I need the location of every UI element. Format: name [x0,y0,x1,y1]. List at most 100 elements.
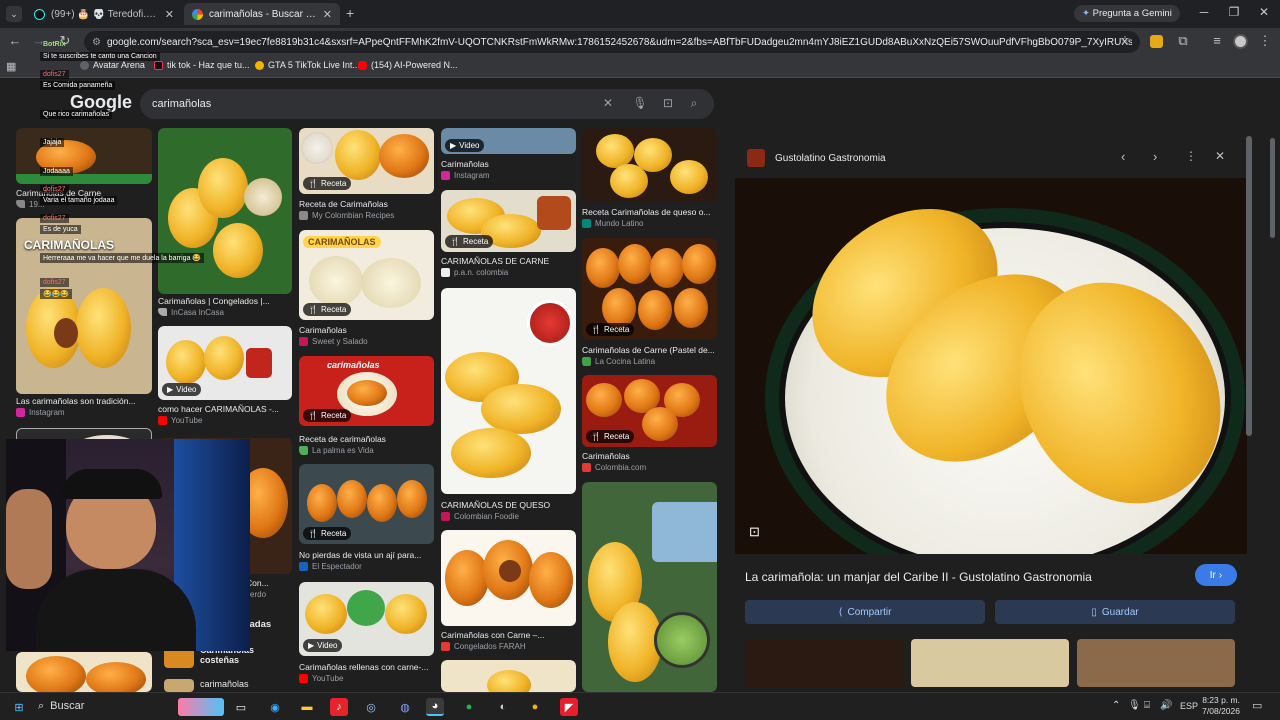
widgets-icon[interactable] [178,698,224,716]
result-card[interactable]: carimañolas 🍴 Receta Receta de carimañola… [299,356,434,456]
close-window-icon[interactable]: ✕ [1254,5,1274,19]
result-card[interactable]: ▶ Video Carimañolas rellenas con carne-..… [299,582,434,686]
show-hidden-icons[interactable]: ⌃ [1112,700,1120,711]
result-card[interactable]: 🍴 Receta CARIMAÑOLAS DE CARNE p.a.n. colo… [441,190,576,282]
previous-icon[interactable]: ‹ [1121,149,1125,164]
windows-start-icon[interactable]: ⊞ [10,698,28,716]
result-card[interactable]: 🍴 Receta Receta de Carimañolas My Colombi… [299,128,434,224]
lens-search-icon[interactable]: ⊡ [749,524,760,540]
visit-label: Ir [1209,569,1216,581]
result-card[interactable]: 🍴 Receta Carimañolas de Carne (Pastel de.… [582,238,717,368]
restore-icon[interactable]: ❐ [1224,5,1244,19]
result-card[interactable]: CARIMAÑOLAS 🍴 Receta Carimañolas Sweet y … [299,230,434,350]
result-card[interactable]: 🍴 Receta Carimañolas Colombia.com [582,375,717,475]
steam-icon[interactable]: ◎ [362,698,380,716]
volume-icon[interactable]: 🔊 [1160,700,1172,711]
tab-google-search[interactable]: carimañolas - Buscar con Goog ✕ [184,3,340,25]
youtube-icon [158,416,167,425]
search-icon[interactable]: ⌕ [686,96,702,111]
microphone-icon[interactable]: 🎙 [632,96,648,110]
close-icon[interactable]: ✕ [323,8,332,21]
address-bar[interactable]: ⚙ google.com/search?sca_esv=19ec7fe8819b… [84,31,1140,53]
profile-avatar[interactable] [1233,34,1248,49]
result-source: Sweet y Salado [312,337,368,346]
related-image[interactable] [1077,639,1235,687]
visit-button[interactable]: Ir › [1195,564,1237,586]
chrome-icon[interactable]: ◕ [426,698,444,716]
result-source: Colombian Foodie [454,512,519,521]
result-card[interactable]: 🍴 Receta No pierdas de vista un ají para.… [299,464,434,574]
gemini-label: Pregunta a Gemini [1092,8,1172,19]
file-explorer-icon[interactable]: ▬ [298,698,316,716]
new-tab-button[interactable]: + [346,5,354,21]
chat-username: dofis27 [40,70,69,79]
chat-message: Si te suscribes te canto una Cancion [40,52,160,61]
language-indicator[interactable]: ESP [1180,701,1198,711]
gemini-button[interactable]: ✦ Pregunta a Gemini [1074,5,1180,22]
gta-icon [255,60,264,70]
tab-title: (99+) 🎂 💀 Teredofi.507🇵🇦 🚾 [51,8,159,20]
lens-icon[interactable]: ⊡ [660,96,676,110]
discord-icon[interactable]: ◍ [396,698,414,716]
result-source: Congelados FARAH [454,642,526,651]
network-icon[interactable]: ⌸ [1144,700,1150,711]
search-input[interactable]: carimañolas [140,89,714,119]
close-panel-icon[interactable]: ✕ [1215,149,1225,163]
bookmark-star-icon[interactable]: ☆ [1116,33,1134,47]
save-button[interactable]: ▯ Guardar [995,600,1235,624]
search-icon: ⌕ [38,700,45,712]
result-card[interactable]: Carimañolas con Carne –... Congelados FA… [441,530,576,656]
related-image[interactable] [911,639,1069,687]
menu-icon[interactable]: ⋮ [1256,33,1274,49]
spotify-icon[interactable]: ● [460,698,478,716]
coin-app-icon[interactable]: ● [526,698,544,716]
extensions-puzzle-icon[interactable]: ⧉ [1174,33,1192,49]
tab-title: carimañolas - Buscar con Goog [209,8,317,20]
notifications-icon[interactable]: ▭ [1252,699,1262,712]
page-scrollbar[interactable] [1270,138,1275,238]
scrollbar[interactable] [1246,136,1252,436]
result-source: YouTube [312,674,344,683]
bookmark-label: (154) AI-Powered N... [371,60,458,70]
result-card[interactable]: ▶ Video como hacer CARIMAÑOLAS -... YouTu… [158,326,292,428]
source-icon [299,446,308,455]
panel-source-name[interactable]: Gustolatino Gastronomia [775,153,886,164]
app-icon[interactable]: ♪ [330,698,348,716]
share-button[interactable]: ⟨ Compartir [745,600,985,624]
preview-image[interactable]: ⊡ [735,178,1247,554]
panel-title[interactable]: La carimañola: un manjar del Caribe II -… [745,570,1165,584]
related-image[interactable] [745,639,903,687]
result-source: Instagram [454,171,490,180]
close-icon[interactable]: ✕ [165,8,174,21]
edge-icon[interactable]: ◉ [266,698,284,716]
minimize-icon[interactable]: ─ [1194,5,1214,19]
related-search-item[interactable]: carimañolas [160,677,292,692]
tiktok-studio-icon[interactable]: ◤ [560,698,578,716]
result-card[interactable] [16,652,152,692]
chat-username: dofis27 [40,185,69,194]
bookmark-gta[interactable]: GTA 5 TikTok Live Int... [255,60,360,70]
microphone-tray-icon[interactable]: 🎙 [1128,700,1141,711]
clear-search-icon[interactable]: ✕ [600,96,616,110]
result-card[interactable]: ▶ Video Carimañolas Instagram [441,128,576,184]
taskbar-search[interactable]: ⌕ Buscar [38,700,84,713]
obs-icon[interactable]: ◐ [494,698,512,716]
result-card[interactable]: Receta Carimañolas de queso o... Mundo L… [582,128,717,232]
result-card[interactable] [582,482,717,692]
tab-tiktok[interactable]: (99+) 🎂 💀 Teredofi.507🇵🇦 🚾 ✕ [26,3,182,25]
task-view-icon[interactable]: ▭ [232,698,250,716]
next-icon[interactable]: › [1153,149,1157,164]
result-card[interactable]: CARIMAÑOLAS DE QUESO Colombian Foodie [441,288,576,524]
extension-icon[interactable] [1150,35,1163,48]
related-thumbnail [164,679,194,692]
result-title: Receta de Carimañolas [299,199,388,209]
media-control-icon[interactable]: ≡ [1208,33,1226,48]
back-icon[interactable]: ← [6,33,24,48]
chat-username: dofis27 [40,278,69,287]
bookmark-youtube[interactable]: (154) AI-Powered N... [358,60,458,70]
apps-icon[interactable]: ▦ [6,60,16,73]
clock[interactable]: 8:23 p. m. 7/08/2026 [1200,695,1240,717]
result-card[interactable] [441,660,576,692]
more-options-icon[interactable]: ⋮ [1185,149,1197,163]
tab-search-button[interactable]: ⌄ [6,6,22,22]
